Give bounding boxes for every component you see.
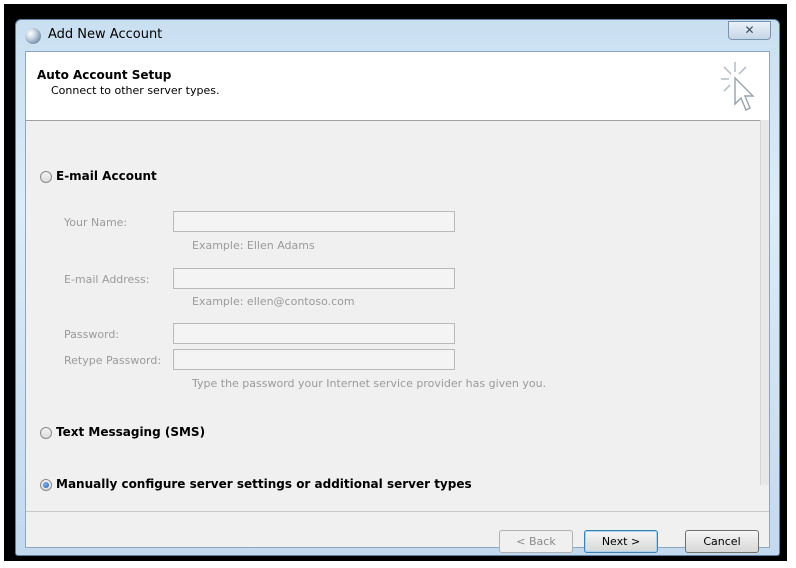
dialog-client-area: Auto Account Setup Connect to other serv… <box>25 51 770 553</box>
manual-config-radio[interactable] <box>40 479 52 491</box>
your-name-label: Your Name: <box>64 216 128 229</box>
your-name-hint: Example: Ellen Adams <box>192 239 315 252</box>
email-account-radio[interactable] <box>40 171 52 183</box>
sms-radio[interactable] <box>40 427 52 439</box>
wizard-header: Auto Account Setup Connect to other serv… <box>26 52 769 121</box>
email-account-label[interactable]: E-mail Account <box>56 169 157 183</box>
back-button[interactable]: < Back <box>499 530 573 553</box>
page-title: Auto Account Setup <box>37 68 172 82</box>
wizard-cursor-icon <box>721 62 755 111</box>
cancel-button[interactable]: Cancel <box>685 530 759 553</box>
email-address-hint: Example: ellen@contoso.com <box>192 295 355 308</box>
password-input[interactable] <box>173 323 455 344</box>
close-button[interactable]: ✕ <box>728 21 771 40</box>
scrollbar[interactable] <box>760 120 769 485</box>
title-bar[interactable]: Add New Account ✕ <box>16 20 779 50</box>
email-address-input[interactable] <box>173 268 455 289</box>
add-account-dialog: Add New Account ✕ Auto Account Setup Con… <box>15 19 780 556</box>
email-address-label: E-mail Address: <box>64 273 150 286</box>
password-label: Password: <box>64 328 120 341</box>
next-button[interactable]: Next > <box>584 530 658 553</box>
sms-label[interactable]: Text Messaging (SMS) <box>56 425 205 439</box>
manual-config-label[interactable]: Manually configure server settings or ad… <box>56 477 472 491</box>
retype-password-input[interactable] <box>173 349 455 370</box>
retype-password-label: Retype Password: <box>64 354 162 367</box>
your-name-input[interactable] <box>173 211 455 232</box>
window-title: Add New Account <box>48 27 163 42</box>
password-hint: Type the password your Internet service … <box>192 377 547 390</box>
footer-divider <box>26 511 769 512</box>
outlook-icon <box>25 28 41 44</box>
page-subtitle: Connect to other server types. <box>51 84 220 97</box>
